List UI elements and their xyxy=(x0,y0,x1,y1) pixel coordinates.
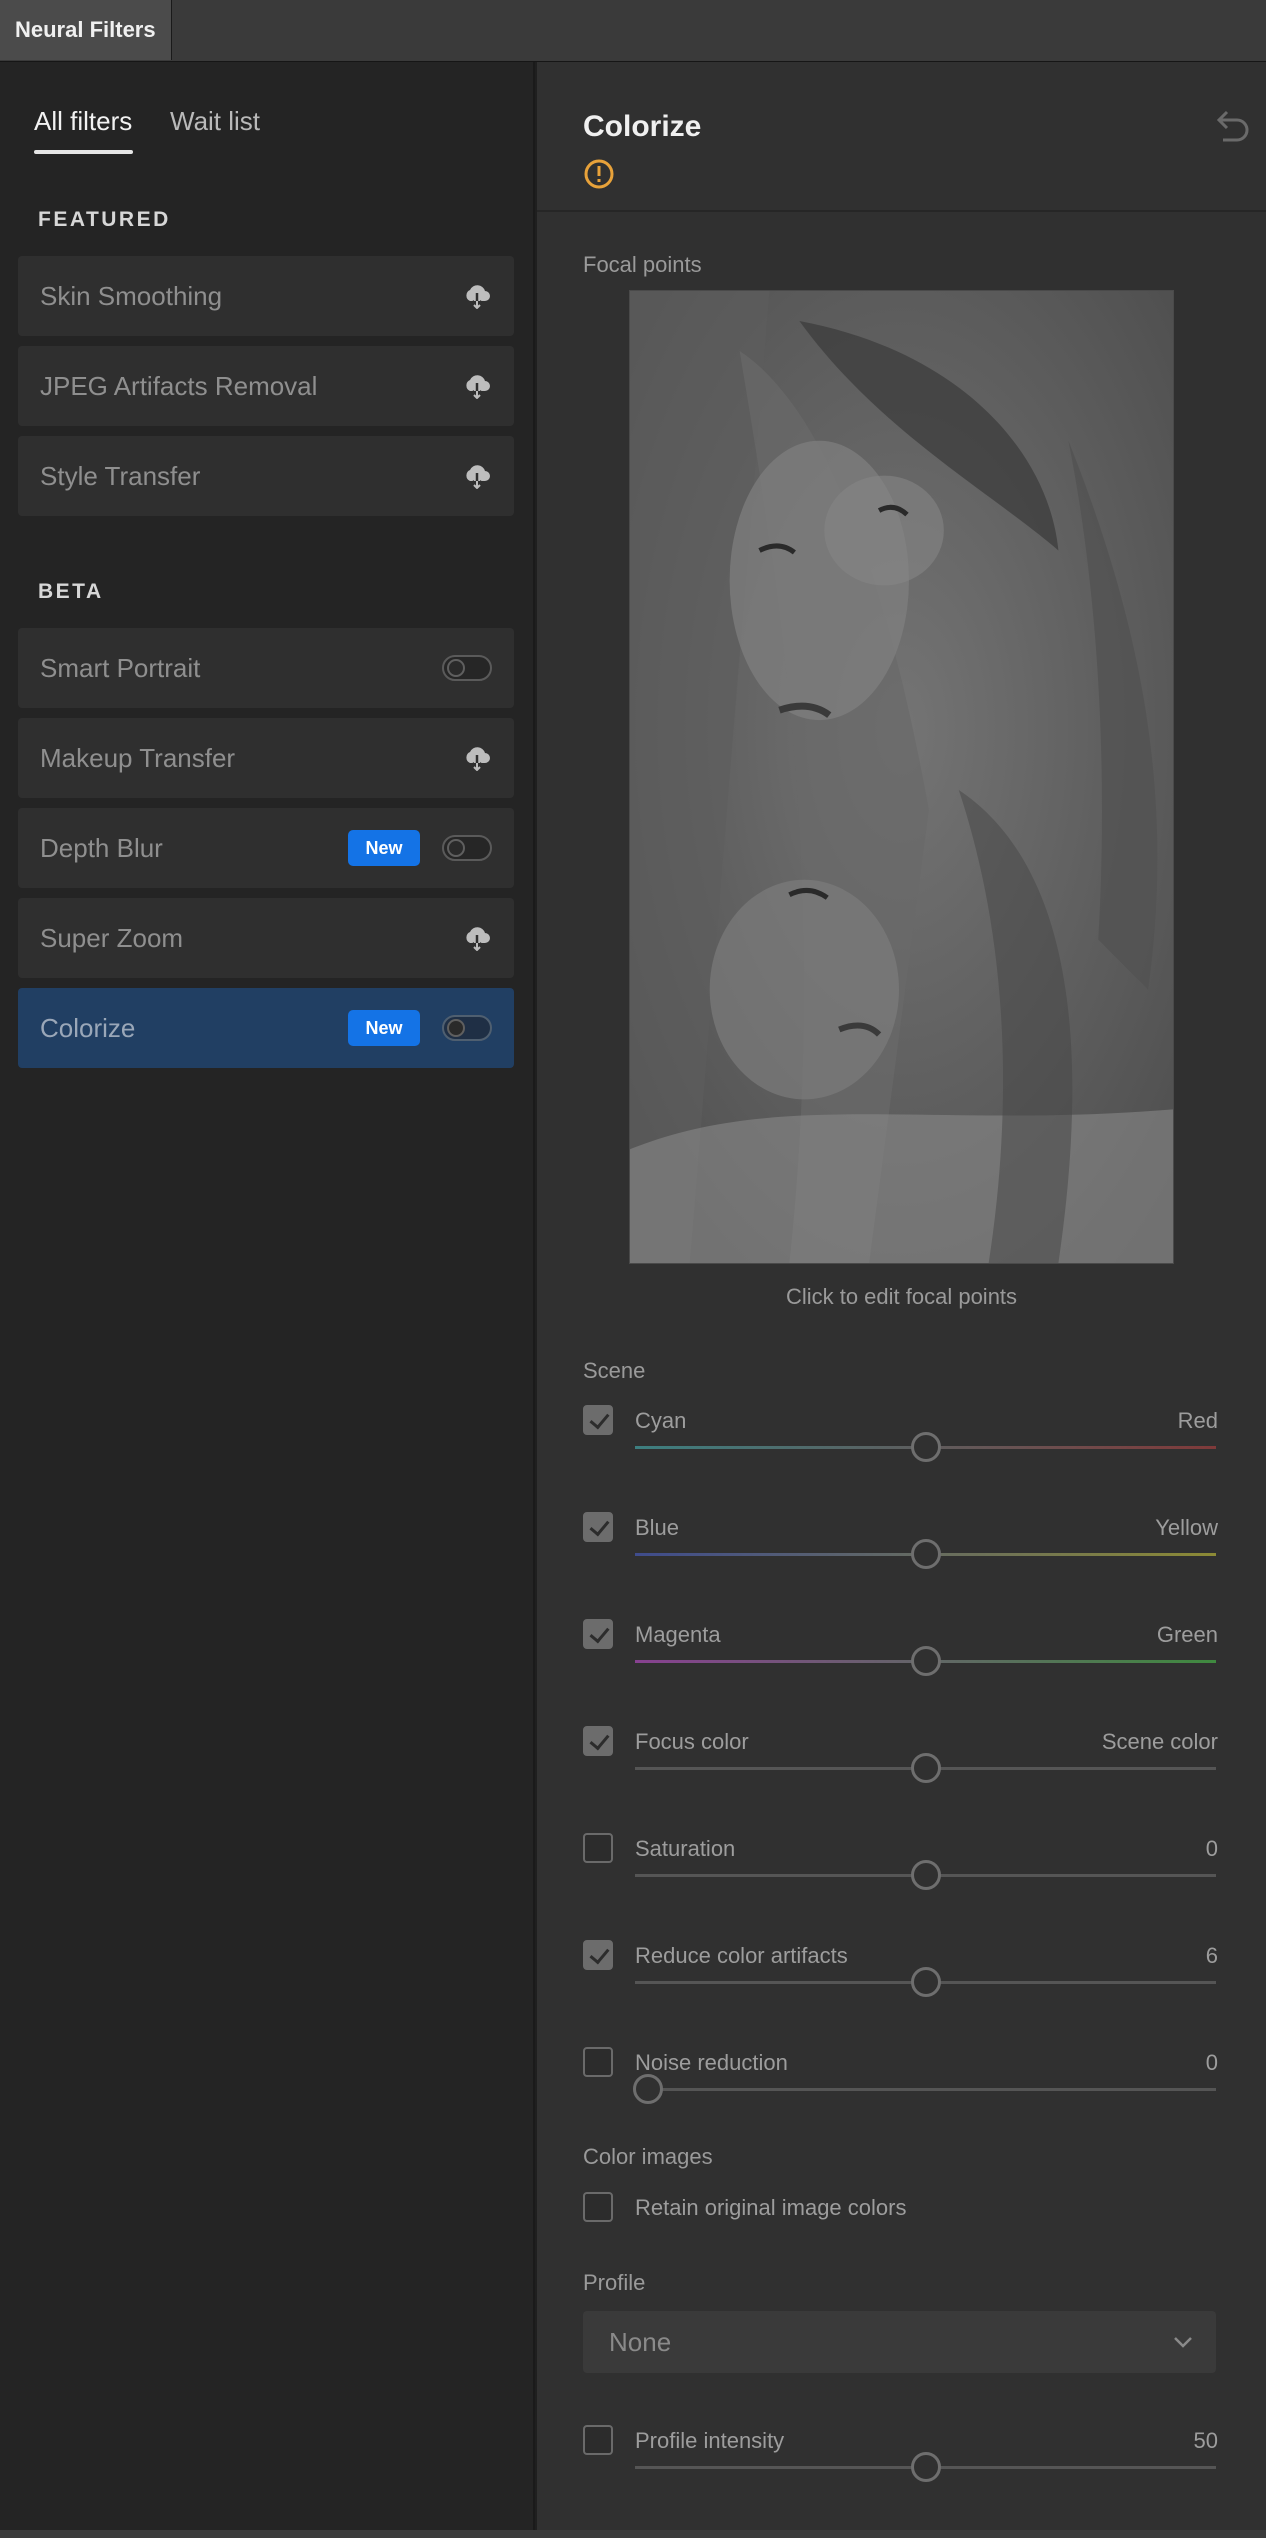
cyan-value: Red xyxy=(1177,1408,1218,1433)
magenta-thumb[interactable] xyxy=(910,1646,941,1676)
profile-intensity-label: Profile intensity xyxy=(635,2428,785,2453)
toggle-knob xyxy=(447,659,465,677)
toggle-knob xyxy=(447,1019,465,1037)
blue-checkbox[interactable] xyxy=(583,1512,613,1542)
profile-value: None xyxy=(609,2327,672,2357)
title-bar: Neural Filters xyxy=(0,0,1266,62)
focus-color-thumb[interactable] xyxy=(910,1753,941,1783)
filter-name: Makeup Transfer xyxy=(40,743,236,773)
focal-points-preview[interactable] xyxy=(629,290,1174,1264)
blue-thumb[interactable] xyxy=(910,1539,941,1569)
filter-makeup-transfer[interactable]: Makeup Transfer xyxy=(18,718,514,798)
profile-intensity-thumb[interactable] xyxy=(910,2452,941,2482)
filter-name: Skin Smoothing xyxy=(40,281,223,311)
profile-dropdown[interactable]: None xyxy=(583,2311,1216,2373)
filter-title: Colorize xyxy=(583,110,702,143)
filter-name: Style Transfer xyxy=(40,461,201,491)
alert-circle-icon[interactable] xyxy=(583,158,615,190)
chevron-down-icon xyxy=(1174,2337,1192,2348)
tab-wait-list[interactable]: Wait list xyxy=(170,106,260,137)
cloud-download-icon[interactable] xyxy=(462,283,492,309)
reduce-color-artifacts-value: 6 xyxy=(1205,1943,1218,1968)
featured-section-label: FEATURED xyxy=(38,208,171,231)
active-tab-indicator xyxy=(34,150,133,154)
focus-color-label: Focus color xyxy=(635,1729,749,1754)
noise-reduction-value: 0 xyxy=(1205,2050,1218,2075)
filter-settings-panel: Colorize Focal points Click to edit foca… xyxy=(537,62,1266,2538)
new-badge: New xyxy=(348,830,420,866)
filter-name: Depth Blur xyxy=(40,833,163,863)
saturation-label: Saturation xyxy=(635,1836,736,1861)
filter-name: Colorize xyxy=(40,1013,136,1043)
retain-colors-checkbox[interactable] xyxy=(583,2192,613,2222)
focal-points-label: Focal points xyxy=(583,252,702,277)
noise-reduction-thumb[interactable] xyxy=(633,2074,663,2104)
filter-smart-portrait[interactable]: Smart Portrait xyxy=(18,628,514,708)
profile-intensity-value: 50 xyxy=(1193,2428,1218,2453)
profile-label: Profile xyxy=(583,2270,646,2295)
noise-reduction-track[interactable] xyxy=(635,2088,1216,2091)
header-divider xyxy=(537,210,1266,212)
reduce-color-artifacts-thumb[interactable] xyxy=(910,1967,941,1997)
blue-value: Yellow xyxy=(1155,1515,1218,1540)
reduce-color-artifacts-label: Reduce color artifacts xyxy=(635,1943,848,1968)
saturation-value: 0 xyxy=(1205,1836,1218,1861)
noise-reduction-checkbox[interactable] xyxy=(583,2047,613,2077)
filter-toggle[interactable] xyxy=(442,655,492,681)
window-bottom-edge xyxy=(0,2530,1266,2538)
scene-label: Scene xyxy=(583,1358,646,1383)
undo-icon[interactable] xyxy=(1209,106,1253,146)
retain-colors-label: Retain original image colors xyxy=(635,2195,907,2220)
cyan-thumb[interactable] xyxy=(910,1432,941,1462)
filter-name: JPEG Artifacts Removal xyxy=(40,371,318,401)
filter-list-panel: All filters Wait list FEATURED Skin Smoo… xyxy=(0,62,535,2538)
saturation-checkbox[interactable] xyxy=(583,1833,613,1863)
tab-all-filters[interactable]: All filters xyxy=(34,106,132,137)
filter-skin-smoothing[interactable]: Skin Smoothing xyxy=(18,256,514,336)
cloud-download-icon[interactable] xyxy=(462,373,492,399)
cyan-label: Cyan xyxy=(635,1408,687,1433)
noise-reduction-label: Noise reduction xyxy=(635,2050,788,2075)
filter-depth-blur[interactable]: Depth Blur New xyxy=(18,808,514,888)
panel-tab-neural-filters[interactable]: Neural Filters xyxy=(0,0,172,60)
filter-toggle[interactable] xyxy=(442,1015,492,1041)
filter-colorize[interactable]: Colorize New xyxy=(18,988,514,1068)
color-images-label: Color images xyxy=(583,2144,713,2169)
magenta-checkbox[interactable] xyxy=(583,1619,613,1649)
filter-jpeg-artifacts-removal[interactable]: JPEG Artifacts Removal xyxy=(18,346,514,426)
cloud-download-icon[interactable] xyxy=(462,925,492,951)
filter-super-zoom[interactable]: Super Zoom xyxy=(18,898,514,978)
toggle-knob xyxy=(447,839,465,857)
focal-points-hint: Click to edit focal points xyxy=(785,1284,1018,1309)
filter-name: Super Zoom xyxy=(40,923,184,953)
focus-color-value: Scene color xyxy=(1101,1729,1218,1754)
blue-label: Blue xyxy=(635,1515,680,1540)
focus-color-checkbox[interactable] xyxy=(583,1726,613,1756)
filter-name: Smart Portrait xyxy=(40,653,201,683)
portrait-photo xyxy=(630,291,1173,1263)
cloud-download-icon[interactable] xyxy=(462,463,492,489)
profile-intensity-checkbox[interactable] xyxy=(583,2425,613,2455)
beta-section-label: BETA xyxy=(38,580,104,603)
filter-style-transfer[interactable]: Style Transfer xyxy=(18,436,514,516)
cloud-download-icon[interactable] xyxy=(462,745,492,771)
saturation-thumb[interactable] xyxy=(910,1860,941,1890)
new-badge: New xyxy=(348,1010,420,1046)
filter-toggle[interactable] xyxy=(442,835,492,861)
reduce-color-artifacts-checkbox[interactable] xyxy=(583,1940,613,1970)
cyan-checkbox[interactable] xyxy=(583,1405,613,1435)
magenta-label: Magenta xyxy=(635,1622,721,1647)
magenta-value: Green xyxy=(1156,1622,1218,1647)
